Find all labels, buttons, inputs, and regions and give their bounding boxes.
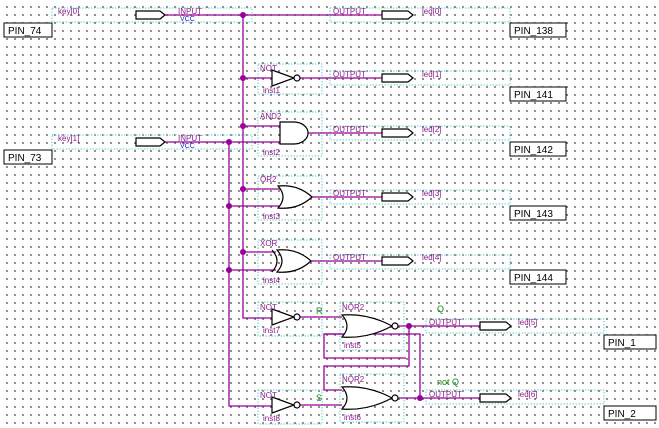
- and-gate-inst2[interactable]: AND2 inst2: [260, 112, 309, 157]
- output-name: led[2]: [422, 125, 442, 134]
- output-port-led3[interactable]: OUTPUT led[3]: [333, 189, 442, 202]
- gate-type: NOT: [260, 64, 277, 73]
- pin-label: PIN_138: [514, 26, 553, 37]
- net-label-q: Q: [437, 304, 444, 314]
- input-port-key0[interactable]: key[0] INPUT VCC: [58, 7, 202, 23]
- pin-box-pin138[interactable]: PIN_138: [509, 22, 567, 38]
- output-port-led5[interactable]: OUTPUT led[5]: [429, 318, 538, 331]
- pin-label: PIN_74: [8, 26, 42, 37]
- output-type-label: OUTPUT: [333, 7, 366, 16]
- gate-type: NOT: [260, 303, 277, 312]
- output-port-led6[interactable]: OUTPUT led[6]: [429, 390, 538, 403]
- not-gate-inst1[interactable]: NOT inst1: [260, 64, 301, 95]
- input-name: key[1]: [58, 134, 79, 143]
- input-type-label: INPUT: [178, 134, 202, 143]
- gate-inst: inst2: [263, 148, 280, 157]
- gate-type: NOR2: [342, 375, 365, 384]
- pin-box-pin143[interactable]: PIN_143: [509, 205, 567, 221]
- net-label-s: S: [316, 393, 322, 403]
- output-name: led[6]: [518, 390, 538, 399]
- pin-label: PIN_143: [514, 209, 553, 220]
- output-type-label: OUTPUT: [333, 253, 366, 262]
- pin-box-pin74[interactable]: PIN_74: [3, 22, 53, 38]
- output-port-led1[interactable]: OUTPUT led[1]: [333, 70, 442, 83]
- gate-inst: inst4: [263, 276, 280, 285]
- output-port-led2[interactable]: OUTPUT led[2]: [333, 125, 442, 138]
- input-type-label: INPUT: [178, 7, 202, 16]
- gate-inst: inst1: [263, 86, 280, 95]
- output-port-led0[interactable]: OUTPUT led[0]: [333, 7, 442, 20]
- pin-box-pin141[interactable]: PIN_141: [509, 86, 567, 102]
- gate-inst: inst5: [344, 341, 361, 350]
- output-type-label: OUTPUT: [333, 70, 366, 79]
- pin-label: PIN_142: [514, 145, 553, 156]
- input-port-key1[interactable]: key[1] INPUT VCC: [58, 134, 202, 150]
- output-type-label: OUTPUT: [429, 390, 462, 399]
- output-type-label: OUTPUT: [429, 318, 462, 327]
- output-name: led[4]: [422, 253, 442, 262]
- gate-inst: inst3: [263, 212, 280, 221]
- output-type-label: OUTPUT: [333, 125, 366, 134]
- vcc-label: VCC: [180, 16, 195, 23]
- gate-inst: inst7: [263, 326, 280, 335]
- net-label-not-q: not Q: [437, 377, 459, 387]
- not-gate-inst8[interactable]: NOT inst8: [260, 391, 301, 423]
- gate-type: NOR2: [342, 303, 365, 312]
- output-name: led[1]: [422, 70, 442, 79]
- pin-box-pin144[interactable]: PIN_144: [509, 269, 567, 285]
- pin-box-pin142[interactable]: PIN_142: [509, 141, 567, 157]
- pin-label: PIN_1: [608, 338, 636, 349]
- output-name: led[5]: [518, 318, 538, 327]
- net-label-r: R: [316, 306, 323, 316]
- gate-inst: inst6: [344, 413, 361, 422]
- output-type-label: OUTPUT: [333, 189, 366, 198]
- or-gate-inst3[interactable]: OR2 inst3: [260, 175, 313, 221]
- gate-type: NOT: [260, 391, 277, 400]
- input-name: key[0]: [58, 7, 79, 16]
- pin-label: PIN_144: [514, 273, 553, 284]
- vcc-label: VCC: [180, 143, 195, 150]
- pin-box-pin73[interactable]: PIN_73: [3, 149, 53, 165]
- schematic-canvas[interactable]: key[0] INPUT VCC key[1] INPUT VCC OUTPUT…: [0, 0, 659, 428]
- pin-box-pin2[interactable]: PIN_2: [603, 405, 657, 421]
- schematic-diagram: key[0] INPUT VCC key[1] INPUT VCC OUTPUT…: [3, 7, 657, 425]
- gate-type: XOR: [260, 239, 278, 248]
- pin-label: PIN_2: [608, 409, 636, 420]
- output-name: led[3]: [422, 189, 442, 198]
- gate-inst: inst8: [263, 414, 280, 423]
- gate-type: AND2: [260, 112, 282, 121]
- xor-gate-inst4[interactable]: XOR inst4: [260, 239, 312, 285]
- pin-label: PIN_73: [8, 153, 42, 164]
- output-name: led[0]: [422, 7, 442, 16]
- gate-type: OR2: [260, 175, 277, 184]
- nor-gate-inst6[interactable]: NOR2 inst6: [340, 375, 399, 422]
- nor-gate-inst5[interactable]: NOR2 inst5: [340, 303, 399, 350]
- pin-box-pin1[interactable]: PIN_1: [603, 334, 657, 350]
- not-gate-inst7[interactable]: NOT inst7: [260, 303, 301, 335]
- pin-label: PIN_141: [514, 90, 553, 101]
